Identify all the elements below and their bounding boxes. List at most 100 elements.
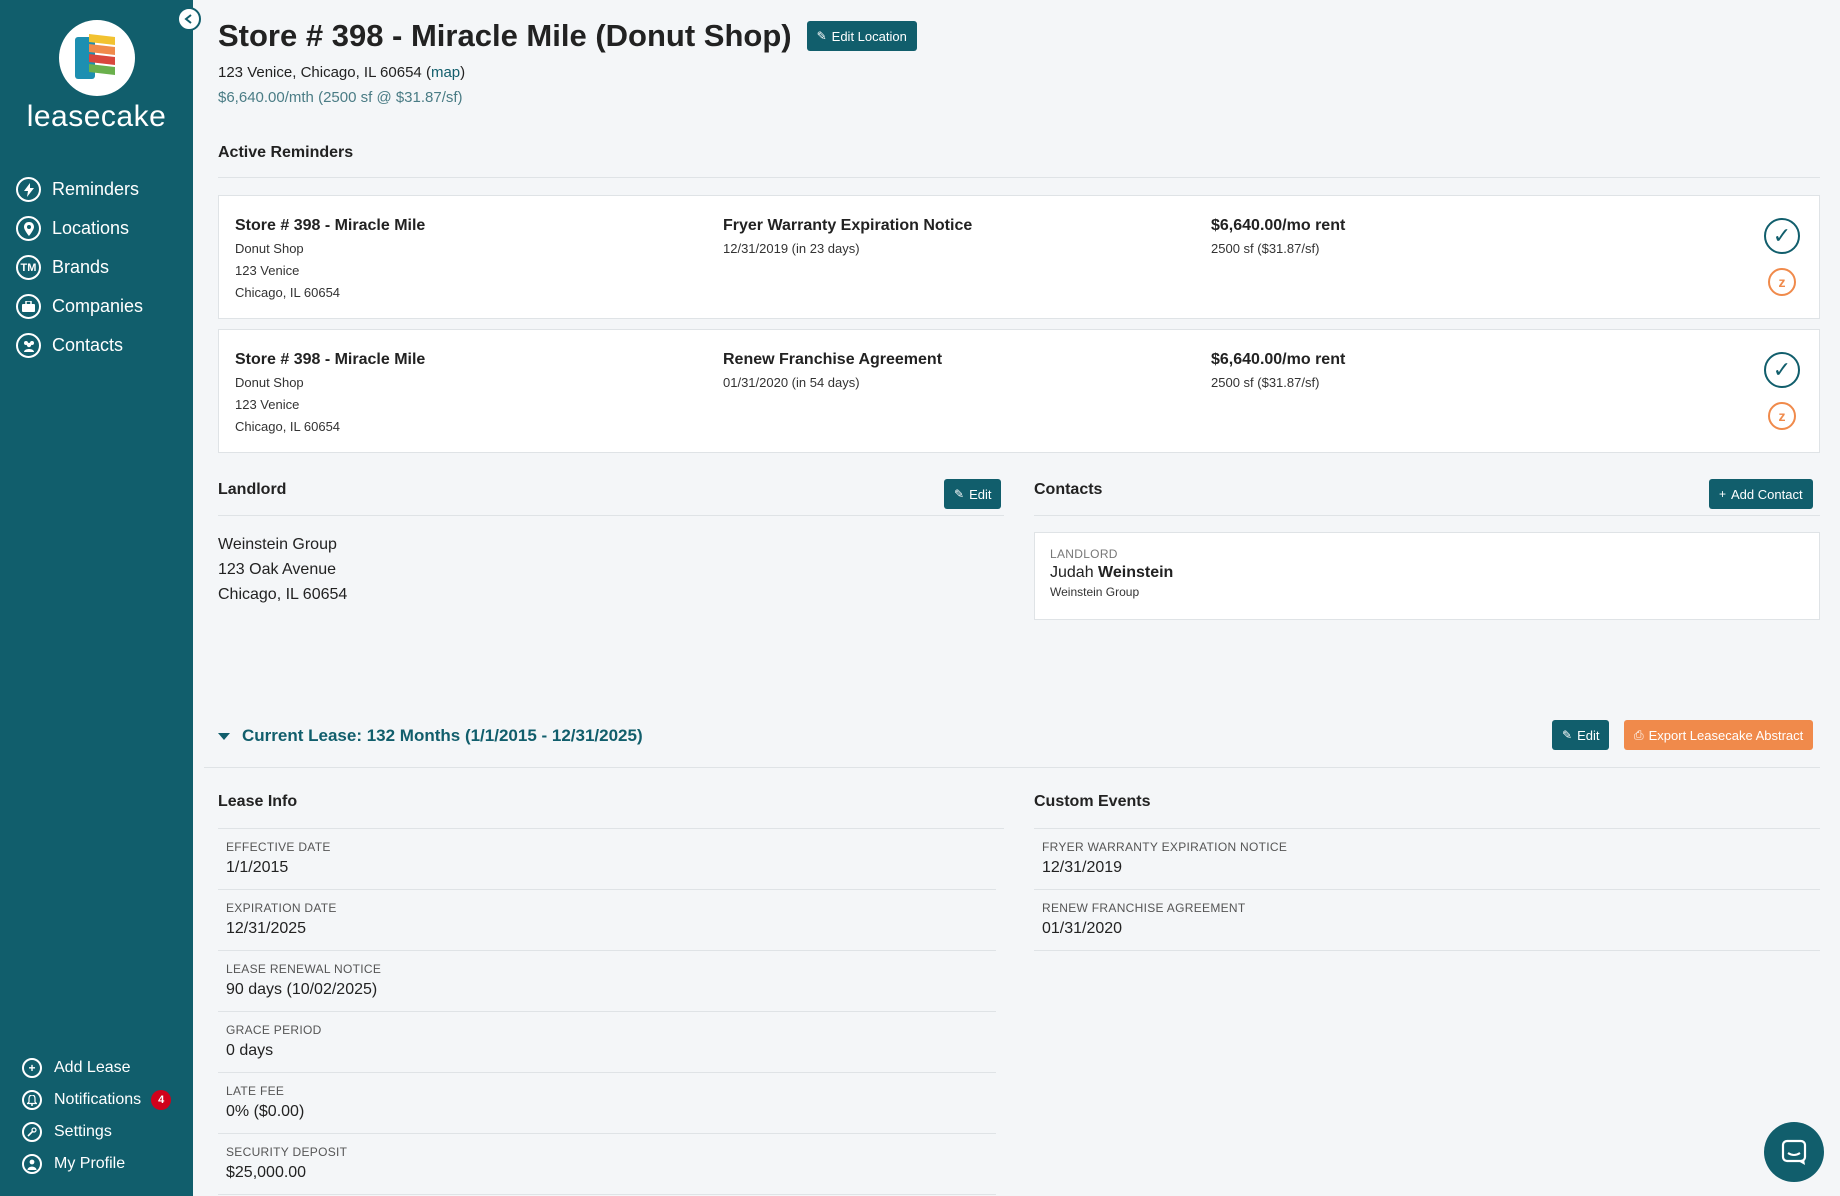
field-label: LEASE RENEWAL NOTICE	[226, 962, 382, 976]
reminder-rent: $6,640.00/mo rent 2500 sf ($31.87/sf)	[1211, 214, 1345, 260]
sidebar-item-label: Companies	[52, 296, 144, 316]
sidebar-item-notifications[interactable]: Notifications 4	[22, 1084, 172, 1116]
snooze-icon[interactable]: z	[1768, 402, 1796, 430]
divider	[218, 515, 1004, 516]
add-contact-label: Add Contact	[1731, 486, 1803, 502]
reminder-city: Chicago, IL 60654	[235, 419, 341, 434]
wrench-icon	[22, 1122, 42, 1142]
reminder-area: 2500 sf ($31.87/sf)	[1211, 241, 1320, 256]
current-lease-toggle[interactable]: Current Lease: 132 Months (1/1/2015 - 12…	[218, 726, 643, 746]
field-value: 12/31/2025	[226, 920, 307, 937]
sidebar-item-label: Locations	[52, 218, 130, 238]
bell-icon	[22, 1090, 42, 1110]
snooze-icon[interactable]: z	[1768, 268, 1796, 296]
logo-mark	[58, 20, 135, 96]
reminder-street: 123 Venice	[235, 263, 300, 278]
collapse-sidebar-button[interactable]	[177, 7, 201, 31]
bottom-nav: + Add Lease Notifications 4 Settings My …	[22, 1052, 172, 1180]
complete-check-icon[interactable]: ✓	[1764, 218, 1800, 254]
trademark-icon: TM	[16, 255, 41, 280]
plus-icon: +	[1719, 487, 1727, 501]
pencil-icon: ✎	[816, 29, 827, 43]
reminder-rent-amount: $6,640.00/mo rent	[1211, 217, 1346, 234]
address-text: 123 Venice, Chicago, IL 60654	[218, 64, 422, 81]
export-label: Export Leasecake Abstract	[1648, 727, 1804, 743]
add-contact-button[interactable]: + Add Contact	[1709, 479, 1813, 509]
field-value: $25,000.00	[226, 1164, 307, 1181]
field-label: FRYER WARRANTY EXPIRATION NOTICE	[1042, 840, 1288, 854]
notifications-count-badge: 4	[151, 1090, 172, 1110]
contact-name: Judah Weinstein	[1050, 564, 1804, 582]
people-icon	[16, 333, 41, 358]
lease-field-grace-period: GRACE PERIOD 0 days	[218, 1012, 996, 1073]
current-lease-label: Current Lease: 132 Months (1/1/2015 - 12…	[242, 726, 643, 745]
sidebar-item-contacts[interactable]: Contacts	[16, 326, 143, 365]
contact-last-name: Weinstein	[1098, 564, 1174, 581]
chat-icon	[1781, 1139, 1807, 1165]
bolt-icon	[16, 177, 41, 202]
reminder-event-name: Fryer Warranty Expiration Notice	[723, 217, 973, 234]
page-title: Store # 398 - Miracle Mile (Donut Shop)	[218, 18, 792, 53]
reminder-date: 01/31/2020 (in 54 days)	[723, 375, 860, 390]
sidebar-item-settings[interactable]: Settings	[22, 1116, 171, 1148]
sidebar-item-my-profile[interactable]: My Profile	[22, 1148, 171, 1180]
active-reminders-heading: Active Reminders	[218, 144, 354, 161]
custom-event-item: FRYER WARRANTY EXPIRATION NOTICE 12/31/2…	[1034, 829, 1820, 890]
main-nav: Reminders Locations TM Brands Companies …	[16, 170, 143, 365]
chevron-left-icon	[184, 14, 192, 24]
field-value: 12/31/2019	[1042, 859, 1123, 876]
reminder-brand: Donut Shop	[235, 375, 304, 390]
reminder-area: 2500 sf ($31.87/sf)	[1211, 375, 1320, 390]
logo[interactable]: leasecake	[0, 20, 193, 134]
reminder-rent-amount: $6,640.00/mo rent	[1211, 351, 1346, 368]
title-row: Store # 398 - Miracle Mile (Donut Shop) …	[218, 18, 917, 54]
field-label: LATE FEE	[226, 1084, 285, 1098]
landlord-name: Weinstein Group	[218, 536, 337, 553]
edit-landlord-button[interactable]: ✎ Edit	[944, 479, 1002, 509]
reminder-city: Chicago, IL 60654	[235, 285, 341, 300]
edit-label: Edit	[1577, 727, 1600, 743]
reminder-location: Store # 398 - Miracle Mile Donut Shop 12…	[235, 348, 425, 438]
reminder-brand: Donut Shop	[235, 241, 304, 256]
landlord-address: Weinstein Group 123 Oak Avenue Chicago, …	[218, 532, 347, 607]
sidebar-item-label: Add Lease	[54, 1059, 131, 1076]
export-abstract-button[interactable]: ⎙ Export Leasecake Abstract	[1624, 720, 1814, 750]
reminder-event: Renew Franchise Agreement 01/31/2020 (in…	[723, 348, 942, 394]
contact-card[interactable]: LANDLORD Judah Weinstein Weinstein Group	[1034, 532, 1820, 620]
divider	[218, 177, 1820, 178]
contacts-heading: Contacts	[1034, 481, 1103, 498]
landlord-street: 123 Oak Avenue	[218, 561, 337, 578]
lease-field-security-deposit: SECURITY DEPOSIT $25,000.00	[218, 1134, 996, 1195]
printer-icon: ⎙	[1634, 727, 1644, 742]
landlord-heading: Landlord	[218, 481, 287, 498]
map-link[interactable]: map	[431, 64, 460, 81]
sidebar-item-label: Notifications	[54, 1091, 142, 1108]
edit-location-label: Edit Location	[831, 28, 907, 44]
field-label: EXPIRATION DATE	[226, 901, 337, 915]
sidebar-item-reminders[interactable]: Reminders	[16, 170, 143, 209]
lease-field-expiration-date: EXPIRATION DATE 12/31/2025	[218, 890, 996, 951]
reminder-location: Store # 398 - Miracle Mile Donut Shop 12…	[235, 214, 425, 304]
field-value: 0% ($0.00)	[226, 1103, 305, 1120]
rent-summary: $6,640.00/mth (2500 sf @ $31.87/sf)	[218, 89, 463, 106]
sidebar-item-label: Settings	[54, 1123, 112, 1140]
sidebar-item-brands[interactable]: TM Brands	[16, 248, 143, 287]
reminder-rent: $6,640.00/mo rent 2500 sf ($31.87/sf)	[1211, 348, 1345, 394]
sidebar-item-label: Brands	[52, 257, 110, 277]
chat-launcher-button[interactable]	[1764, 1122, 1824, 1182]
sidebar-item-label: My Profile	[54, 1155, 126, 1172]
complete-check-icon[interactable]: ✓	[1764, 352, 1800, 388]
sidebar-item-locations[interactable]: Locations	[16, 209, 143, 248]
sidebar-item-label: Contacts	[52, 335, 124, 355]
lease-field-late-fee: LATE FEE 0% ($0.00)	[218, 1073, 996, 1134]
edit-location-button[interactable]: ✎ Edit Location	[806, 21, 917, 51]
sidebar-item-companies[interactable]: Companies	[16, 287, 143, 326]
reminder-card[interactable]: Store # 398 - Miracle Mile Donut Shop 12…	[218, 329, 1820, 453]
reminder-card[interactable]: Store # 398 - Miracle Mile Donut Shop 12…	[218, 195, 1820, 319]
location-address: 123 Venice, Chicago, IL 60654 (map)	[218, 64, 466, 81]
edit-lease-button[interactable]: ✎ Edit	[1552, 720, 1610, 750]
sidebar-item-add-lease[interactable]: + Add Lease	[22, 1052, 171, 1084]
landlord-city: Chicago, IL 60654	[218, 586, 348, 603]
reminder-date: 12/31/2019 (in 23 days)	[723, 241, 860, 256]
contact-role: LANDLORD	[1050, 547, 1118, 561]
